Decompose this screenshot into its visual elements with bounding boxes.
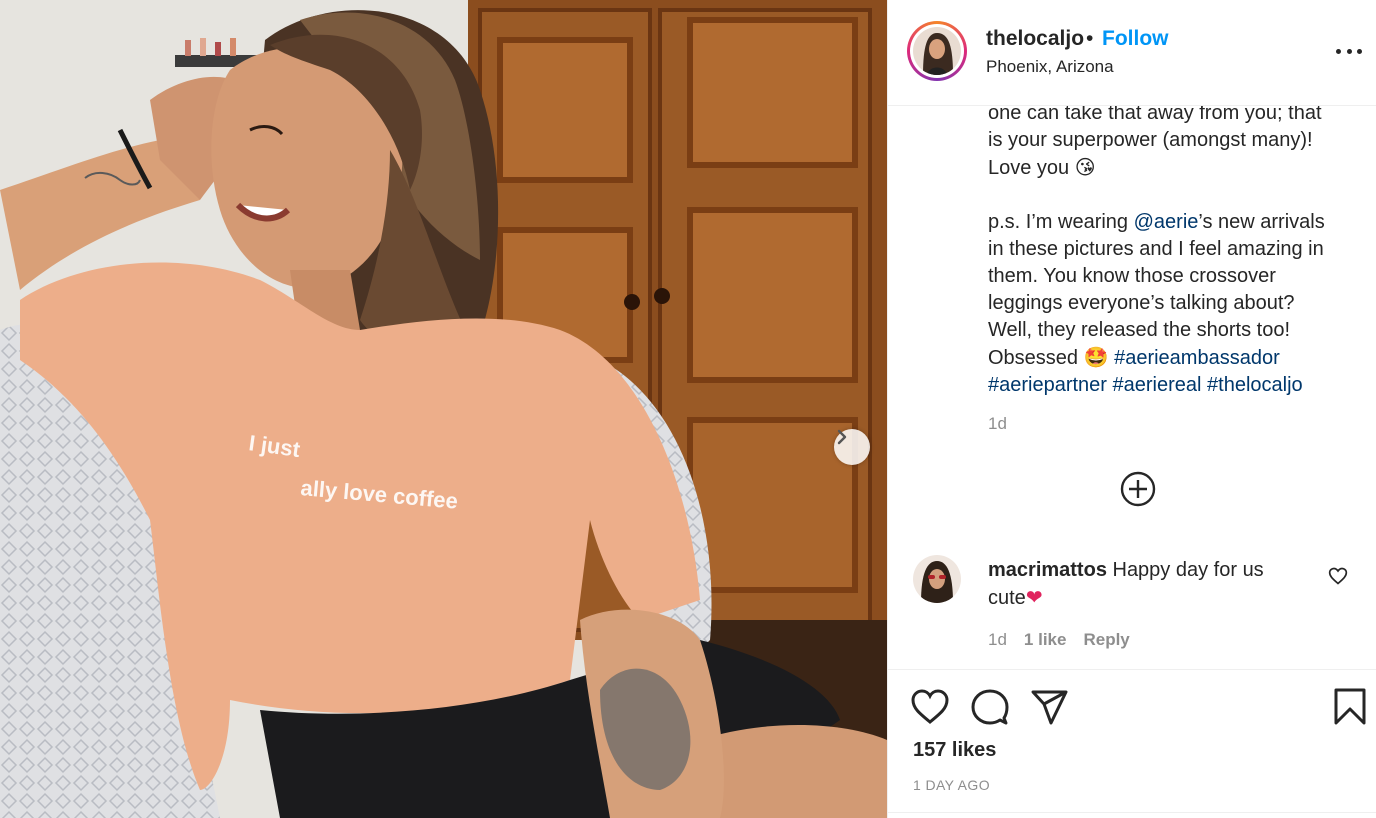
save-button[interactable] (1330, 687, 1370, 727)
red-heart-emoji: ❤ (1025, 585, 1043, 609)
divider (888, 812, 1376, 813)
paper-plane-icon (1031, 690, 1068, 725)
share-button[interactable] (1030, 687, 1070, 727)
comment-username[interactable]: macrimattos (988, 559, 1107, 581)
post-photo-illustration: I just ally love coffee (0, 0, 887, 818)
caption-line: p.s. I’m wearing @aerie’s new arrivals (988, 209, 1358, 236)
caption-line: them. You know those crossover (988, 265, 1276, 287)
post-header: thelocaljo • Follow Phoenix, Arizona (888, 0, 1376, 106)
comment-bubble-icon (971, 689, 1009, 725)
post-details-panel: one can take that away from you; that is… (887, 0, 1376, 818)
commenter-avatar[interactable] (913, 555, 961, 603)
chevron-right-icon (837, 429, 847, 445)
hashtag-link[interactable]: #aeriereal (1113, 374, 1202, 396)
caption-line: in these pictures and I feel amazing in (988, 238, 1324, 260)
heart-icon (911, 689, 949, 724)
post-image[interactable]: I just ally love coffee (0, 0, 887, 818)
bookmark-icon (1334, 688, 1366, 725)
comment-timestamp: 1d (988, 630, 1007, 649)
star-eyes-emoji: 🤩 (1083, 345, 1109, 369)
wink-kiss-emoji: 😘 (1074, 155, 1096, 179)
caption-line: #aeriepartner #aeriereal #thelocaljo (988, 372, 1358, 399)
caption-line: leggings everyone’s talking about? (988, 292, 1295, 314)
caption-line: is your superpower (amongst many)! (988, 129, 1313, 151)
caption-line: Obsessed 🤩 #aerieambassador (988, 344, 1358, 372)
load-more-comments-button[interactable] (1120, 471, 1156, 507)
caption-text: ’s new arrivals (1198, 211, 1325, 233)
avatar-image (913, 27, 961, 75)
caption-text: Obsessed (988, 347, 1084, 369)
comment-text: Happy day for us (1106, 559, 1264, 581)
follow-button[interactable]: Follow (1102, 27, 1169, 51)
comment-meta: 1d 1 like Reply (988, 630, 1147, 650)
caption-text: p.s. I’m wearing (988, 211, 1134, 233)
mention-link[interactable]: @aerie (1134, 211, 1199, 233)
divider (888, 669, 1376, 670)
comment-like-button[interactable] (1328, 566, 1348, 586)
caption-line: Love you 😘 (988, 154, 1358, 182)
caption-text: Love you (988, 157, 1075, 179)
next-image-button[interactable] (834, 429, 870, 465)
comment-body: macrimattos Happy day for us cute❤ (988, 557, 1318, 612)
comment-text: cute (988, 587, 1026, 609)
caption-line: Well, they released the shorts too! (988, 319, 1291, 341)
heart-icon (1328, 567, 1348, 585)
hashtag-link[interactable]: #aerieambassador (1114, 347, 1280, 369)
like-button[interactable] (910, 687, 950, 727)
post-timestamp: 1 DAY AGO (913, 777, 991, 793)
profile-avatar[interactable] (907, 21, 967, 81)
commenter-avatar-image (913, 555, 961, 603)
likes-count[interactable]: 157 likes (913, 739, 996, 762)
comment-likes-count[interactable]: 1 like (1024, 630, 1067, 650)
comment-button[interactable] (970, 687, 1010, 727)
post-caption: one can take that away from you; that is… (988, 100, 1358, 399)
more-options-icon[interactable] (1336, 40, 1362, 62)
post-location[interactable]: Phoenix, Arizona (986, 57, 1114, 77)
plus-circle-icon (1120, 471, 1156, 507)
caption-timestamp: 1d (988, 414, 1007, 433)
separator-dot: • (1086, 27, 1094, 50)
hashtag-link[interactable]: #thelocaljo (1207, 374, 1303, 396)
hashtag-link[interactable]: #aeriepartner (988, 374, 1107, 396)
post-username[interactable]: thelocaljo (986, 27, 1084, 51)
reply-button[interactable]: Reply (1083, 630, 1129, 650)
